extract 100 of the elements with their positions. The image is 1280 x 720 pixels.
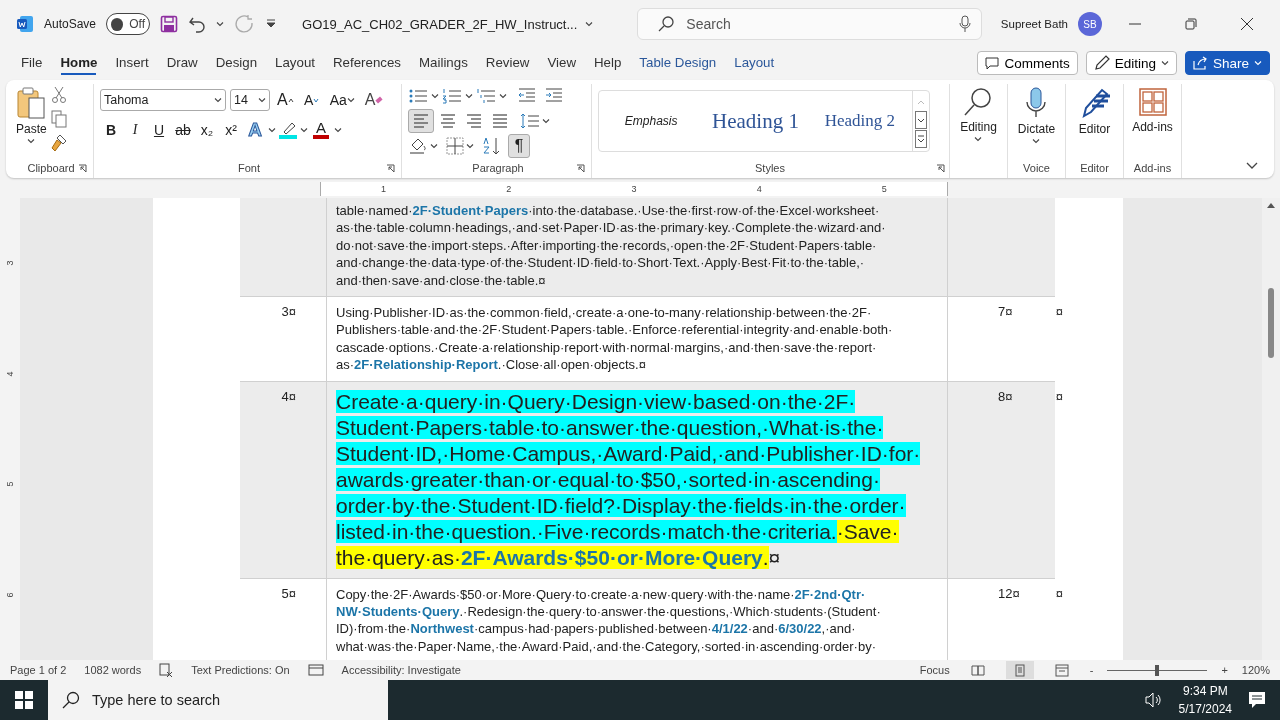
style-option[interactable]: Heading 2 (807, 111, 912, 131)
app-logo-icon[interactable] (16, 15, 34, 33)
chevron-icon[interactable] (499, 93, 507, 99)
change-case-button[interactable]: Aa (326, 88, 358, 112)
style-option[interactable]: Heading 1 (703, 108, 808, 134)
start-icon[interactable] (15, 691, 33, 709)
ribbon-tab[interactable]: Help (585, 51, 631, 75)
style-option[interactable]: Emphasis (599, 114, 704, 128)
share-button[interactable]: Share (1184, 51, 1270, 75)
macro-icon[interactable] (307, 664, 324, 676)
cut-icon[interactable] (50, 86, 67, 104)
ribbon-tab[interactable]: Layout (725, 51, 784, 75)
add-ins-button[interactable]: Add-ins (1128, 84, 1177, 158)
editor-button[interactable]: Editor (1073, 84, 1116, 158)
chevron-icon[interactable] (214, 97, 222, 103)
taskbar-search-field[interactable]: Type here to search (48, 680, 388, 720)
autosave-toggle[interactable]: Off (106, 13, 151, 35)
copy-icon[interactable] (50, 110, 67, 128)
editing-button[interactable]: Editing (1085, 51, 1177, 75)
line-spacing-icon[interactable] (520, 113, 540, 129)
chevron-icon[interactable] (465, 93, 473, 99)
scroll-down-icon[interactable] (915, 111, 927, 129)
chevron-icon[interactable] (1032, 138, 1041, 144)
ribbon-tab[interactable]: Design (206, 51, 267, 75)
chevron-icon[interactable] (216, 21, 225, 27)
clear-formatting-button[interactable]: A (361, 88, 387, 112)
launcher-icon[interactable] (78, 163, 87, 173)
undo-icon[interactable] (188, 15, 207, 33)
font-color-button[interactable]: A (310, 118, 332, 142)
ribbon-tab[interactable]: Insert (106, 51, 158, 75)
restore-icon[interactable] (1185, 18, 1197, 30)
font-name-field[interactable]: Tahoma (100, 89, 226, 111)
ribbon-tab[interactable]: Layout (266, 51, 324, 75)
format-painter-icon[interactable] (50, 134, 67, 152)
ribbon-tab[interactable]: View (538, 51, 585, 75)
microphone-icon[interactable] (959, 15, 972, 33)
font-size-field[interactable]: 14 (230, 89, 270, 111)
launcher-icon[interactable] (386, 163, 395, 173)
chevron-icon[interactable] (334, 127, 342, 133)
ribbon-tab[interactable]: File (12, 51, 52, 75)
chevron-icon[interactable] (258, 97, 266, 103)
underline-button[interactable]: U (148, 118, 170, 142)
strike-button[interactable]: ab (172, 118, 194, 142)
ribbon-tab[interactable]: Mailings (410, 51, 477, 75)
bullets-icon[interactable] (408, 88, 428, 104)
comments-button[interactable]: Comments (977, 51, 1078, 75)
sup-button[interactable]: x² (220, 118, 242, 142)
chevron-icon[interactable] (431, 93, 439, 99)
decrease-indent-icon[interactable] (518, 88, 536, 104)
ribbon-tab[interactable]: Draw (157, 51, 207, 75)
collapse-ribbon-icon[interactable] (1246, 162, 1258, 170)
proofing-icon[interactable] (159, 663, 174, 677)
italic-button[interactable]: I (124, 118, 146, 142)
chevron-icon[interactable] (542, 118, 550, 124)
page-count[interactable]: Page 1 of 2 (10, 664, 67, 676)
chevron-icon[interactable] (466, 143, 474, 149)
paste-button[interactable]: Paste (12, 84, 51, 158)
highlighter-icon[interactable] (278, 120, 298, 140)
zoom-out-button[interactable]: - (1089, 664, 1094, 676)
increase-indent-icon[interactable] (545, 88, 563, 104)
chevron-icon[interactable] (1160, 60, 1169, 66)
close-icon[interactable] (1241, 18, 1253, 30)
notifications-icon[interactable] (1248, 691, 1266, 709)
show-marks-button[interactable]: ¶ (508, 134, 530, 158)
word-count[interactable]: 1082 words (84, 664, 142, 676)
more-styles-icon[interactable] (915, 130, 927, 148)
shading-icon[interactable] (408, 137, 428, 155)
chevron-icon[interactable] (974, 136, 983, 142)
chevron-icon[interactable] (300, 127, 308, 133)
zoom-level[interactable]: 120% (1241, 664, 1270, 676)
volume-icon[interactable] (1144, 692, 1163, 708)
launcher-icon[interactable] (936, 163, 945, 173)
borders-icon[interactable] (446, 137, 464, 155)
document-title[interactable]: GO19_AC_CH02_GRADER_2F_HW_Instruct... (302, 16, 578, 32)
ribbon-tab[interactable]: Home (51, 51, 107, 75)
accessibility-status[interactable]: Accessibility: Investigate (341, 664, 461, 676)
shrink-font-button[interactable]: A (300, 88, 323, 112)
ribbon-tab[interactable]: References (324, 51, 410, 75)
multilevel-list-icon[interactable] (476, 88, 496, 104)
launcher-icon[interactable] (576, 163, 585, 173)
text-predictions-status[interactable]: Text Predictions: On (191, 664, 290, 676)
chevron-icon[interactable] (27, 138, 36, 144)
save-icon[interactable] (160, 15, 179, 33)
sub-button[interactable]: x₂ (196, 118, 218, 142)
bold-button[interactable]: B (100, 118, 122, 142)
chevron-icon[interactable] (430, 143, 438, 149)
numbering-icon[interactable] (442, 88, 462, 104)
zoom-in-button[interactable]: + (1221, 664, 1228, 676)
grow-font-button[interactable]: A (274, 88, 297, 112)
scroll-up-icon[interactable] (1267, 202, 1275, 208)
sort-icon[interactable] (482, 136, 502, 156)
chevron-icon[interactable] (268, 127, 276, 133)
chevron-icon[interactable] (346, 97, 355, 103)
focus-button[interactable]: Focus (919, 664, 950, 676)
editing-button[interactable]: Editing (956, 84, 1001, 158)
dictate-button[interactable]: Dictate (1013, 84, 1060, 158)
search-field[interactable]: Search (637, 8, 983, 40)
chevron-icon[interactable] (585, 21, 594, 27)
print-view-button[interactable] (1005, 661, 1034, 679)
user-avatar[interactable]: SB (1078, 12, 1102, 36)
